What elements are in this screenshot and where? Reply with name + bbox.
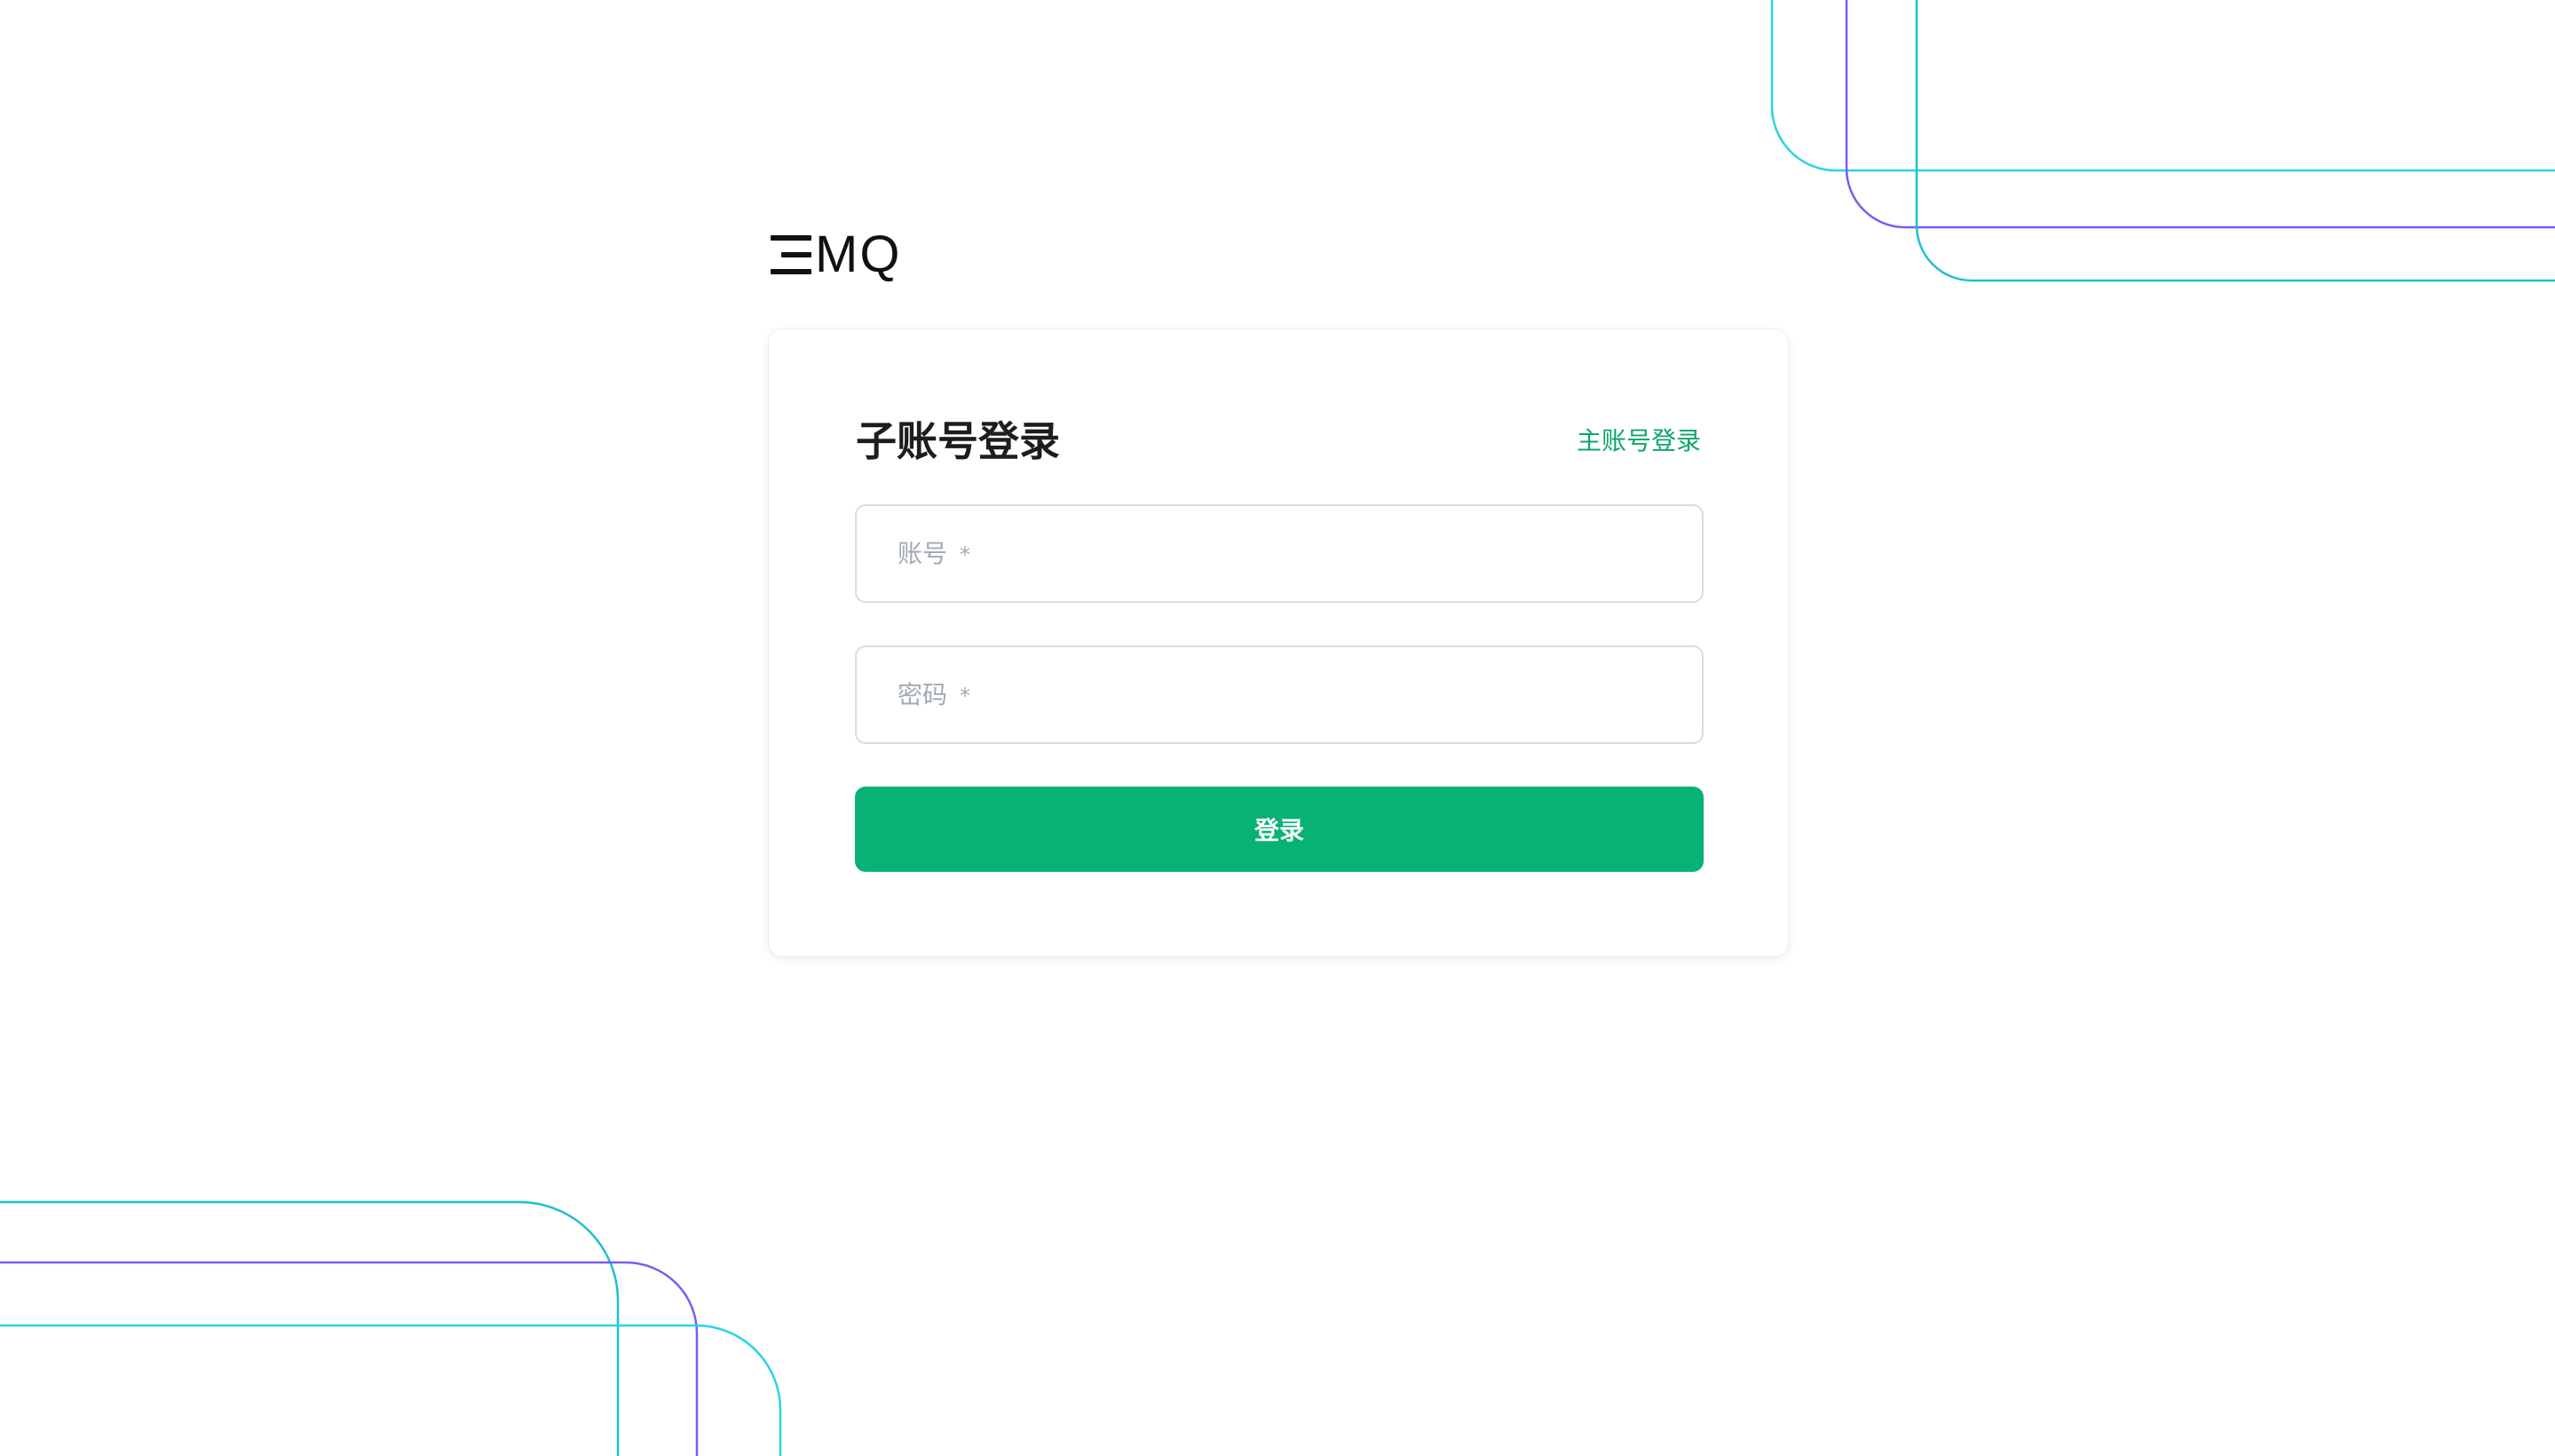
logo-text: MQ (815, 226, 902, 283)
deco-line-top-right-outer (1770, 0, 2555, 172)
main-account-login-link[interactable]: 主账号登录 (1577, 423, 1701, 459)
deco-line-top-right-inner (1915, 0, 2555, 282)
account-input[interactable] (857, 506, 1702, 601)
logo-bars-icon (767, 235, 811, 274)
password-input[interactable] (857, 647, 1702, 742)
login-page: MQ 子账号登录 主账号登录 账号 * 密码 * 登录 (0, 0, 2555, 1456)
deco-line-bottom-left-middle (0, 1261, 699, 1456)
password-field[interactable]: 密码 * (855, 645, 1704, 744)
deco-line-top-right-middle (1845, 0, 2555, 229)
emq-logo: MQ (767, 229, 901, 281)
page-title: 子账号登录 (856, 417, 1060, 465)
deco-line-bottom-left-inner (0, 1324, 782, 1456)
account-field[interactable]: 账号 * (855, 504, 1704, 603)
login-card: 子账号登录 主账号登录 账号 * 密码 * 登录 (768, 328, 1789, 957)
deco-line-bottom-left-outer (0, 1200, 620, 1456)
login-button[interactable]: 登录 (855, 787, 1704, 872)
